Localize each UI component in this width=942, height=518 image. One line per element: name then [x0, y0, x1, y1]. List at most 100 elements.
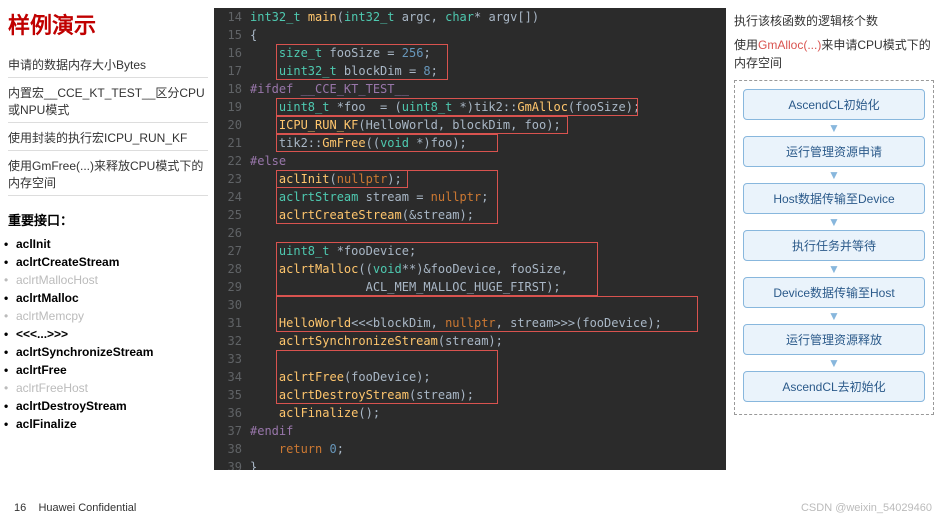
footer-label: Huawei Confidential [38, 502, 136, 514]
flow-step: 运行管理资源申请 [743, 136, 925, 167]
code-line[interactable]: 39} [214, 458, 726, 470]
code-content[interactable]: aclFinalize(); [250, 404, 726, 422]
code-content[interactable]: aclrtDestroyStream(stream); [250, 386, 726, 404]
code-line[interactable]: 28 aclrtMalloc((void**)&fooDevice, fooSi… [214, 260, 726, 278]
code-content[interactable]: tik2::GmFree((void *)foo); [250, 134, 726, 152]
code-line[interactable]: 26 [214, 224, 726, 242]
code-content[interactable]: HelloWorld<<<blockDim, nullptr, stream>>… [250, 314, 726, 332]
api-item: aclrtFree [8, 361, 208, 379]
api-item: <<<...>>> [8, 325, 208, 343]
code-content[interactable]: ACL_MEM_MALLOC_HUGE_FIRST); [250, 278, 726, 296]
flow-arrow-icon: ▼ [743, 218, 925, 226]
code-content[interactable]: #else [250, 152, 726, 170]
code-line[interactable]: 21 tik2::GmFree((void *)foo); [214, 134, 726, 152]
code-line[interactable]: 29 ACL_MEM_MALLOC_HUGE_FIRST); [214, 278, 726, 296]
code-line[interactable]: 18#ifdef __CCE_KT_TEST__ [214, 80, 726, 98]
line-number: 26 [214, 224, 250, 242]
api-item: aclFinalize [8, 415, 208, 433]
code-line[interactable]: 19 uint8_t *foo = (uint8_t *)tik2::GmAll… [214, 98, 726, 116]
flow-step: AscendCL去初始化 [743, 371, 925, 402]
code-content[interactable]: #ifdef __CCE_KT_TEST__ [250, 80, 726, 98]
flow-arrow-icon: ▼ [743, 124, 925, 132]
line-number: 25 [214, 206, 250, 224]
flow-arrow-icon: ▼ [743, 171, 925, 179]
code-content[interactable]: return 0; [250, 440, 726, 458]
line-number: 36 [214, 404, 250, 422]
code-line[interactable]: 27 uint8_t *fooDevice; [214, 242, 726, 260]
page-number: 16 [14, 502, 26, 514]
line-number: 20 [214, 116, 250, 134]
code-line[interactable]: 35 aclrtDestroyStream(stream); [214, 386, 726, 404]
code-content[interactable]: uint8_t *fooDevice; [250, 242, 726, 260]
code-content[interactable]: } [250, 458, 726, 470]
code-content[interactable] [250, 350, 726, 368]
code-content[interactable]: ICPU_RUN_KF(HelloWorld, blockDim, foo); [250, 116, 726, 134]
line-number: 35 [214, 386, 250, 404]
right-note: 使用GmAlloc(...)来申请CPU模式下的内存空间 [734, 36, 934, 72]
code-line[interactable]: 16 size_t fooSize = 256; [214, 44, 726, 62]
api-item: aclrtDestroyStream [8, 397, 208, 415]
code-line[interactable]: 33 [214, 350, 726, 368]
line-number: 23 [214, 170, 250, 188]
code-line[interactable]: 22#else [214, 152, 726, 170]
code-line[interactable]: 32 aclrtSynchronizeStream(stream); [214, 332, 726, 350]
code-content[interactable]: int32_t main(int32_t argc, char* argv[]) [250, 8, 726, 26]
code-line[interactable]: 17 uint32_t blockDim = 8; [214, 62, 726, 80]
code-content[interactable]: uint8_t *foo = (uint8_t *)tik2::GmAlloc(… [250, 98, 726, 116]
code-content[interactable]: size_t fooSize = 256; [250, 44, 726, 62]
code-line[interactable]: 37#endif [214, 422, 726, 440]
code-line[interactable]: 14int32_t main(int32_t argc, char* argv[… [214, 8, 726, 26]
api-item: aclrtMalloc [8, 289, 208, 307]
right-notes: 执行该核函数的逻辑核个数使用GmAlloc(...)来申请CPU模式下的内存空间 [734, 12, 934, 72]
line-number: 34 [214, 368, 250, 386]
left-annotation: 内置宏__CCE_KT_TEST__区分CPU或NPU模式 [8, 80, 208, 123]
code-line[interactable]: 24 aclrtStream stream = nullptr; [214, 188, 726, 206]
code-line[interactable]: 31 HelloWorld<<<blockDim, nullptr, strea… [214, 314, 726, 332]
right-note: 执行该核函数的逻辑核个数 [734, 12, 934, 30]
code-line[interactable]: 34 aclrtFree(fooDevice); [214, 368, 726, 386]
code-content[interactable]: uint32_t blockDim = 8; [250, 62, 726, 80]
line-number: 28 [214, 260, 250, 278]
code-content[interactable]: aclrtMalloc((void**)&fooDevice, fooSize, [250, 260, 726, 278]
flow-diagram: AscendCL初始化▼运行管理资源申请▼Host数据传输至Device▼执行任… [734, 80, 934, 415]
code-line[interactable]: 25 aclrtCreateStream(&stream); [214, 206, 726, 224]
line-number: 14 [214, 8, 250, 26]
left-annotation: 使用GmFree(...)来释放CPU模式下的内存空间 [8, 153, 208, 196]
line-number: 22 [214, 152, 250, 170]
watermark: CSDN @weixin_54029460 [801, 502, 932, 514]
code-content[interactable] [250, 296, 726, 314]
code-content[interactable] [250, 224, 726, 242]
code-line[interactable]: 36 aclFinalize(); [214, 404, 726, 422]
flow-arrow-icon: ▼ [743, 265, 925, 273]
api-item: aclInit [8, 235, 208, 253]
code-content[interactable]: aclrtFree(fooDevice); [250, 368, 726, 386]
left-annotation: 申请的数据内存大小Bytes [8, 52, 208, 78]
line-number: 27 [214, 242, 250, 260]
code-content[interactable]: aclInit(nullptr); [250, 170, 726, 188]
flow-arrow-icon: ▼ [743, 359, 925, 367]
code-content[interactable]: #endif [250, 422, 726, 440]
code-editor[interactable]: 14int32_t main(int32_t argc, char* argv[… [214, 8, 726, 470]
api-item: aclrtCreateStream [8, 253, 208, 271]
code-line[interactable]: 23 aclInit(nullptr); [214, 170, 726, 188]
code-content[interactable]: aclrtCreateStream(&stream); [250, 206, 726, 224]
left-panel: 样例演示 申请的数据内存大小Bytes内置宏__CCE_KT_TEST__区分C… [8, 8, 208, 433]
code-line[interactable]: 38 return 0; [214, 440, 726, 458]
code-line[interactable]: 20 ICPU_RUN_KF(HelloWorld, blockDim, foo… [214, 116, 726, 134]
code-content[interactable]: aclrtSynchronizeStream(stream); [250, 332, 726, 350]
line-number: 24 [214, 188, 250, 206]
line-number: 29 [214, 278, 250, 296]
api-section-title: 重要接口： [8, 210, 208, 229]
flow-step: 执行任务并等待 [743, 230, 925, 261]
code-content[interactable]: aclrtStream stream = nullptr; [250, 188, 726, 206]
api-item: aclrtFreeHost [8, 379, 208, 397]
line-number: 17 [214, 62, 250, 80]
line-number: 19 [214, 98, 250, 116]
flow-arrow-icon: ▼ [743, 312, 925, 320]
line-number: 38 [214, 440, 250, 458]
code-content[interactable]: { [250, 26, 726, 44]
code-line[interactable]: 30 [214, 296, 726, 314]
flow-step: AscendCL初始化 [743, 89, 925, 120]
api-list: aclInitaclrtCreateStreamaclrtMallocHosta… [8, 235, 208, 433]
code-line[interactable]: 15{ [214, 26, 726, 44]
